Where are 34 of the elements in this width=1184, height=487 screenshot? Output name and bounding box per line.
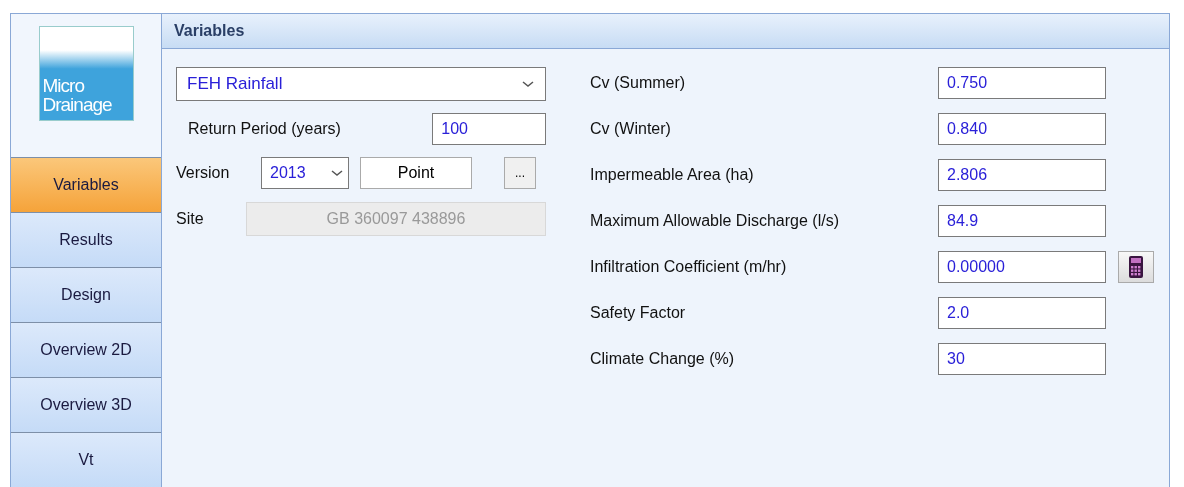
field-label: Climate Change (%) [590,350,736,368]
field-label: Impermeable Area (ha) [590,166,755,184]
point-button[interactable]: Point [360,157,472,189]
field-label: Infiltration Coefficient (m/hr) [590,258,788,276]
field-label: Return Period (years) [188,120,342,138]
panel-title: Variables [162,14,1169,49]
input-field[interactable]: 84.9 [938,205,1106,237]
field-label: Cv (Summer) [590,74,687,92]
field-label: Site [176,210,204,228]
calculator-button[interactable] [1118,251,1154,283]
nav-tab[interactable]: Vt [11,432,161,487]
input-field[interactable]: 0.750 [938,67,1106,99]
nav-tab[interactable]: Variables [11,157,161,212]
caret-icon [521,79,535,89]
input-field[interactable]: 30 [938,343,1106,375]
input-field[interactable]: 0.840 [938,113,1106,145]
nav-tab[interactable]: Results [11,212,161,267]
input-field[interactable]: 100 [432,113,546,145]
input-field[interactable]: 2.0 [938,297,1106,329]
nav-tab[interactable]: Design [11,267,161,322]
caret-icon [330,168,344,178]
nav-tab[interactable]: Overview 2D [11,322,161,377]
version-dropdown[interactable]: 2013 [261,157,349,189]
input-field[interactable]: 0.00000 [938,251,1106,283]
field-label: Cv (Winter) [590,120,672,138]
field-label: Version [176,164,231,182]
input-field[interactable]: 2.806 [938,159,1106,191]
field-label: Maximum Allowable Discharge (l/s) [590,212,840,230]
calculator-icon [1129,256,1143,278]
nav-tab[interactable]: Overview 3D [11,377,161,432]
rainfall-dropdown[interactable]: FEH Rainfall [176,67,546,101]
logo: Micro Drainage [38,26,134,121]
field-label: Safety Factor [590,304,687,322]
browse-button[interactable]: ... [504,157,536,189]
